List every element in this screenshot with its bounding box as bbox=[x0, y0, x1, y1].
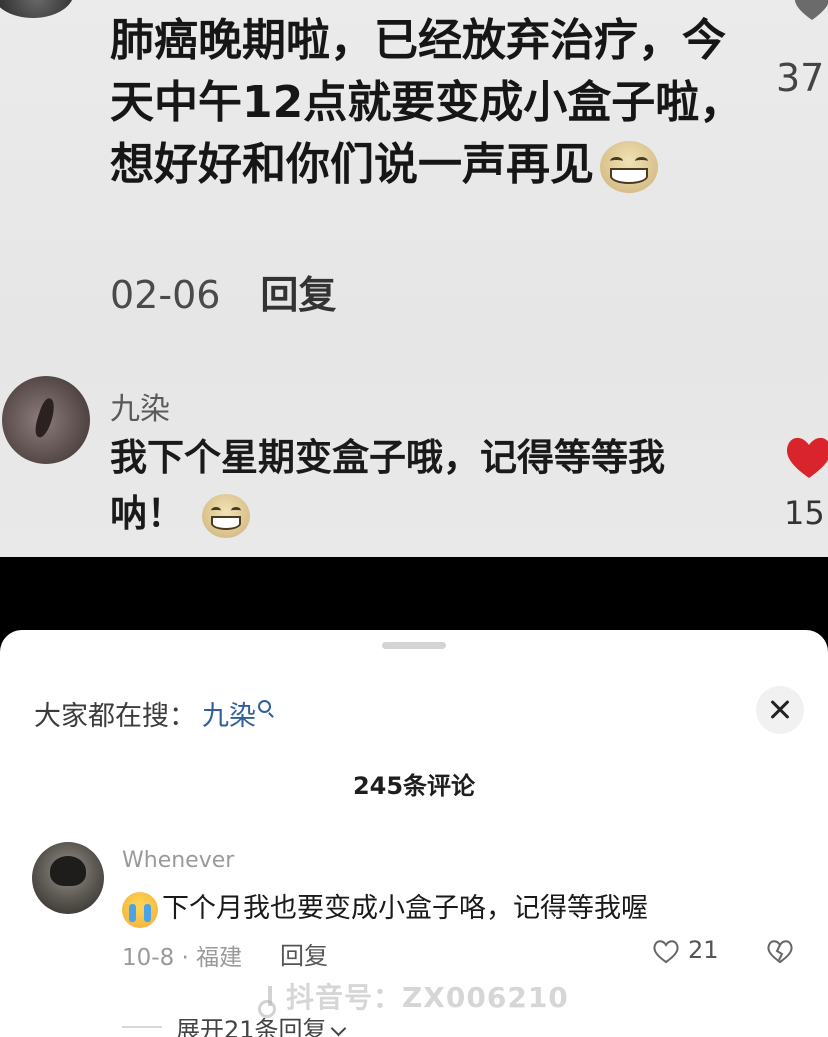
like-count: 37 bbox=[776, 56, 825, 100]
comment-author[interactable]: Whenever bbox=[122, 848, 234, 873]
chevron-down-icon bbox=[330, 1020, 346, 1037]
comment-author[interactable]: 九染 bbox=[110, 384, 170, 428]
reply-comment-text: 我下个星期变盒子哦，记得等等我呐！ bbox=[110, 430, 730, 542]
zoomed-comment-screenshot: 37 肺癌晚期啦，已经放弃治疗，今天中午12点就要变成小盒子啦，想好好和你们说一… bbox=[0, 0, 828, 557]
comment-text: 肺癌晚期啦，已经放弃治疗，今天中午12点就要变成小盒子啦，想好好和你们说一声再见 bbox=[110, 10, 750, 196]
search-icon bbox=[258, 700, 271, 713]
search-prompt-label: 大家都在搜： bbox=[34, 701, 196, 732]
expand-replies-button[interactable]: 展开21条回复 bbox=[176, 1010, 346, 1037]
reply-button[interactable]: 回复 bbox=[260, 273, 336, 317]
heart-outline-icon[interactable] bbox=[652, 938, 680, 964]
avatar[interactable] bbox=[2, 376, 90, 464]
like-count: 21 bbox=[688, 936, 719, 964]
heart-icon bbox=[794, 0, 828, 20]
avatar-partial bbox=[0, 0, 74, 18]
search-keyword-text: 九染 bbox=[202, 701, 256, 732]
heart-liked-icon[interactable] bbox=[784, 434, 828, 480]
comment-sheet: 大家都在搜： 九染 245条评论 Whenever 下个月我也要变成小盒子咯，记得… bbox=[0, 630, 828, 1037]
comment-date: 02-06 bbox=[110, 273, 221, 317]
comment-meta: 10-8 · 福建 bbox=[122, 945, 243, 971]
search-keyword-link[interactable]: 九染 bbox=[202, 700, 271, 732]
tiktok-logo-icon bbox=[258, 986, 280, 1018]
comment-count: 245条评论 bbox=[352, 772, 476, 800]
grin-emoji-icon bbox=[202, 493, 250, 538]
crying-emoji-icon bbox=[122, 891, 158, 928]
expand-replies-label: 展开21条回复 bbox=[176, 1016, 327, 1037]
drag-handle[interactable] bbox=[382, 642, 446, 649]
comment-text-body: 下个月我也要变成小盒子咯，记得等我喔 bbox=[162, 893, 648, 924]
like-count: 15 bbox=[784, 494, 825, 532]
reply-comment-body: 我下个星期变盒子哦，记得等等我呐！ bbox=[110, 436, 665, 535]
comment-meta: 02-06 回复 bbox=[110, 264, 336, 319]
grin-emoji-icon bbox=[600, 141, 658, 193]
avatar[interactable] bbox=[32, 842, 104, 914]
divider bbox=[122, 1026, 162, 1028]
search-suggestion: 大家都在搜： 九染 bbox=[34, 694, 271, 733]
close-button[interactable] bbox=[756, 686, 804, 734]
broken-heart-icon[interactable] bbox=[766, 938, 794, 964]
reply-button[interactable]: 回复 bbox=[280, 936, 328, 971]
comment-text: 下个月我也要变成小盒子咯，记得等我喔 bbox=[122, 886, 648, 928]
